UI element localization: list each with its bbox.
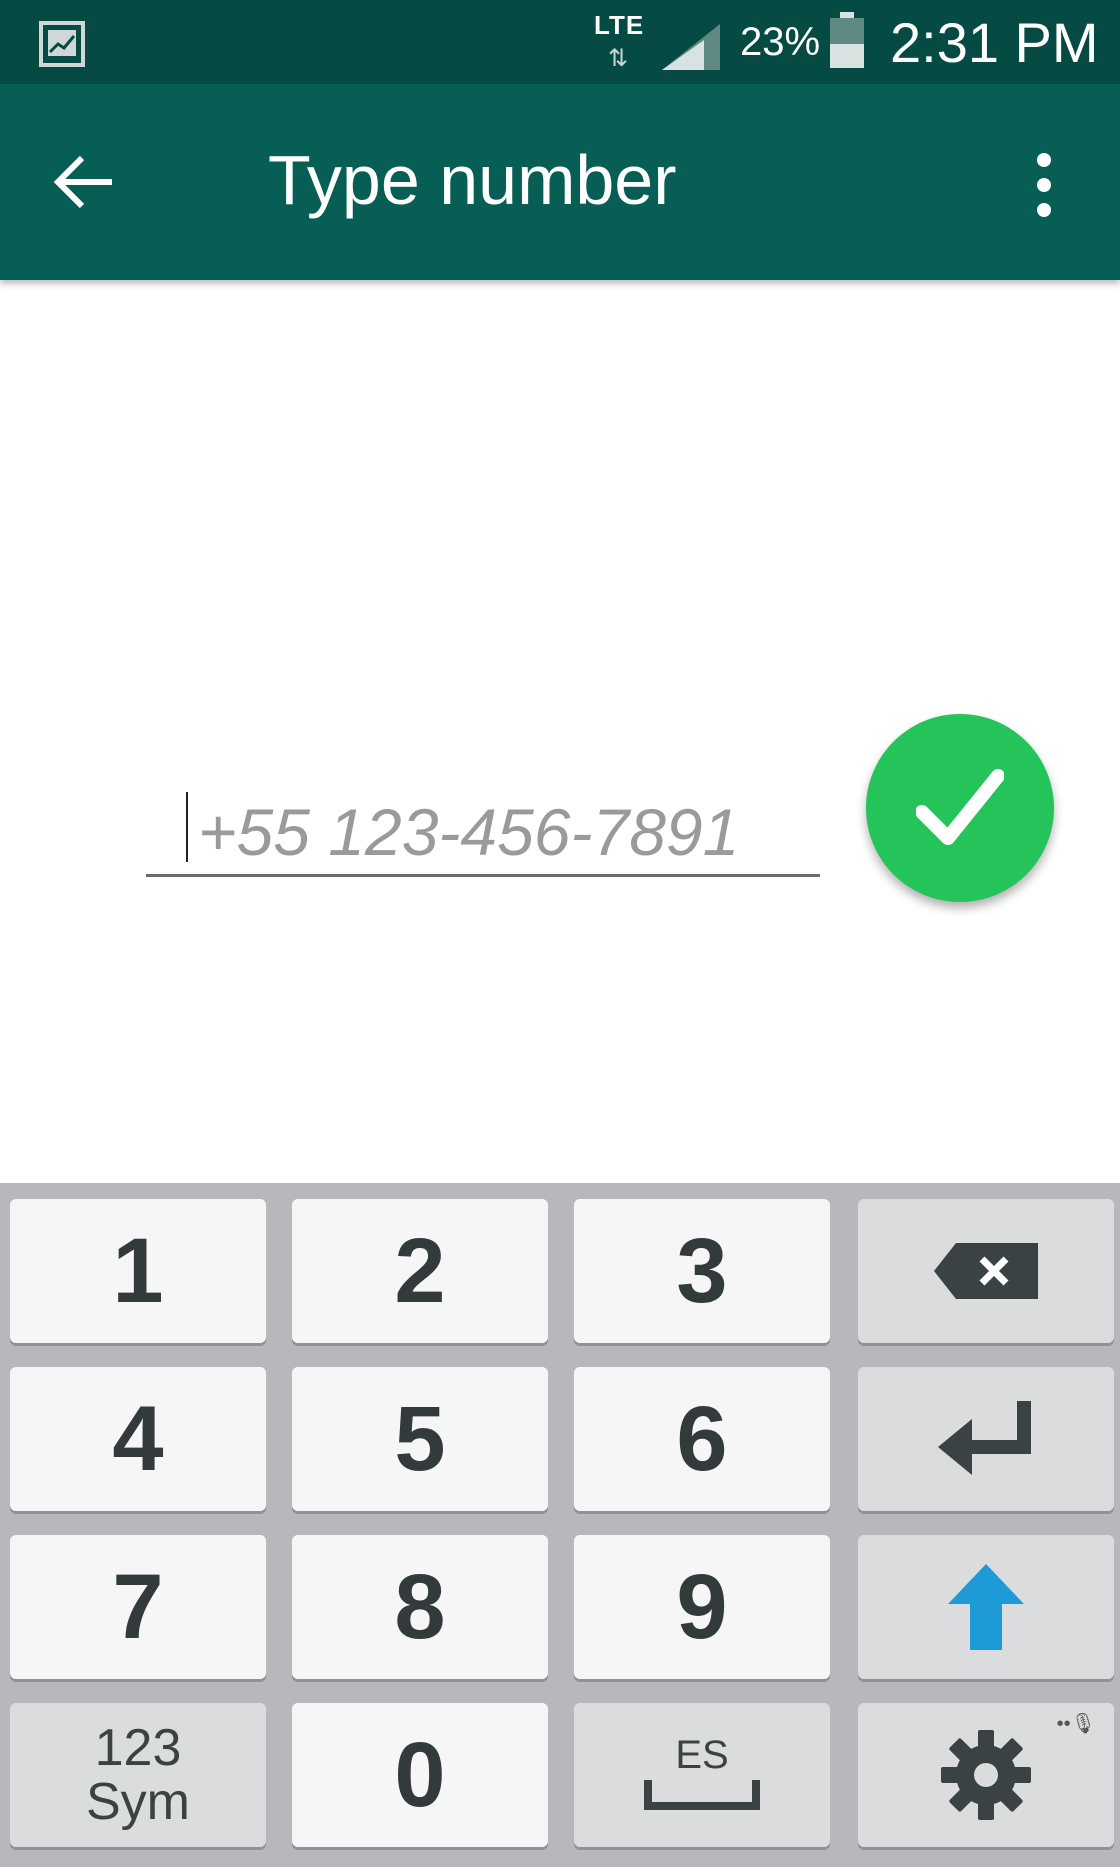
sym-label-top: 123 [94,1719,182,1777]
key-2[interactable]: 2 [292,1199,548,1343]
numeric-keyboard: 1 2 3 4 5 6 7 8 9 123 Sym 0 ES ••🎙 [0,1183,1120,1867]
key-0[interactable]: 0 [292,1703,548,1847]
enter-icon [938,1401,1031,1475]
language-label: ES [675,1733,729,1777]
key-9[interactable]: 9 [574,1535,830,1679]
battery-icon [830,12,864,68]
voice-input-icon: ••🎙 [1056,1713,1096,1735]
key-7[interactable]: 7 [10,1535,266,1679]
key-6[interactable]: 6 [574,1367,830,1511]
shift-icon [948,1564,1024,1650]
space-icon [644,1780,760,1810]
clock: 2:31 PM [890,11,1099,74]
status-bar: LTE ⇅ 23% 2:31 PM [0,0,1120,84]
arrow-left-icon[interactable] [52,152,116,212]
data-transfer-icon: ⇅ [608,45,628,72]
key-5[interactable]: 5 [292,1367,548,1511]
settings-icon [941,1730,1031,1820]
enter-key[interactable] [858,1367,1114,1511]
sym-key[interactable]: 123 Sym [10,1703,266,1847]
phone-number-input[interactable]: +55 123-456-7891 [146,784,820,877]
key-4[interactable]: 4 [10,1367,266,1511]
confirm-button[interactable] [866,714,1054,902]
checkmark-icon [916,769,1004,845]
page-title: Type number [268,141,677,219]
network-indicator: LTE ⇅ [590,8,654,74]
battery-percent: 23% [740,20,821,64]
network-type: LTE [594,10,645,40]
shift-key[interactable] [858,1535,1114,1679]
more-vert-icon[interactable] [1024,150,1064,220]
signal-icon [662,24,720,70]
space-key[interactable]: ES [574,1703,830,1847]
settings-key[interactable]: ••🎙 [858,1703,1114,1847]
key-3[interactable]: 3 [574,1199,830,1343]
gallery-notification-icon [39,21,85,67]
app-bar: Type number [0,84,1120,280]
backspace-icon [934,1243,1038,1299]
key-1[interactable]: 1 [10,1199,266,1343]
text-caret [186,792,188,862]
sym-label-bottom: Sym [86,1773,190,1831]
key-8[interactable]: 8 [292,1535,548,1679]
phone-placeholder: +55 123-456-7891 [198,795,740,869]
backspace-key[interactable] [858,1199,1114,1343]
